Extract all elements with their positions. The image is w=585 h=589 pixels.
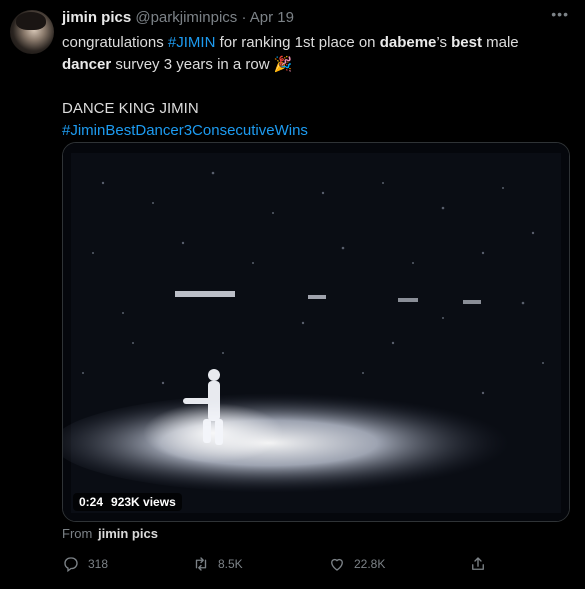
text-line-1: congratulations #JIMIN for ranking 1st p…	[62, 32, 562, 54]
retweet-icon	[195, 557, 207, 571]
attribution: From jimin pics	[62, 526, 158, 541]
text-segment: survey 3 years in a row	[111, 56, 274, 73]
reply-count: 318	[88, 557, 109, 571]
tweet-header: jimin pics @parkjiminpics · Apr 19	[62, 8, 575, 30]
text-line-3: DANCE KING JIMIN	[62, 100, 199, 117]
bold-text: dabeme	[379, 34, 437, 51]
hashtag-best-dancer[interactable]: #JiminBestDancer3ConsecutiveWins	[62, 122, 308, 139]
video-player[interactable]: 0:24 923K views	[62, 142, 570, 522]
text-segment: congratulations	[62, 34, 168, 51]
view-count: 923K views	[111, 495, 176, 509]
more-icon[interactable]: •••	[551, 6, 569, 22]
action-bar: 318 8.5K 22.8K	[62, 553, 492, 575]
text-segment: ’s	[436, 34, 452, 51]
like-count: 22.8K	[354, 557, 386, 571]
reply-icon	[64, 557, 78, 573]
video-frame	[63, 143, 569, 521]
bold-text: dancer	[62, 56, 112, 73]
author-handle[interactable]: @parkjiminpics	[135, 9, 237, 26]
text-segment: for ranking 1st place on	[215, 34, 380, 51]
attribution-prefix: From	[62, 526, 93, 541]
text-line-4: #JiminBestDancer3ConsecutiveWins	[62, 120, 562, 142]
text-segment: male	[481, 34, 519, 51]
party-popper-emoji: 🎉	[273, 56, 293, 73]
heart-icon	[331, 558, 343, 571]
bold-text: best	[451, 34, 482, 51]
separator: ·	[241, 9, 247, 26]
tweet: jimin pics @parkjiminpics · Apr 19 ••• c…	[0, 0, 585, 589]
like-button[interactable]: 22.8K	[328, 553, 385, 575]
share-icon	[472, 557, 484, 570]
video-badge: 0:24 923K views	[73, 493, 182, 511]
tweet-text: congratulations #JIMIN for ranking 1st p…	[62, 32, 562, 142]
retweet-button[interactable]: 8.5K	[192, 553, 243, 575]
avatar[interactable]	[10, 10, 54, 54]
attribution-source[interactable]: jimin pics	[98, 526, 158, 541]
tweet-date[interactable]: Apr 19	[250, 9, 294, 26]
hashtag-jimin[interactable]: #JIMIN	[168, 34, 216, 51]
text-line-2: dancer survey 3 years in a row 🎉	[62, 54, 562, 76]
video-duration: 0:24	[79, 495, 104, 509]
author-name[interactable]: jimin pics	[62, 9, 131, 26]
reply-button[interactable]: 318	[62, 553, 108, 575]
share-button[interactable]	[469, 553, 487, 575]
retweet-count: 8.5K	[218, 557, 243, 571]
